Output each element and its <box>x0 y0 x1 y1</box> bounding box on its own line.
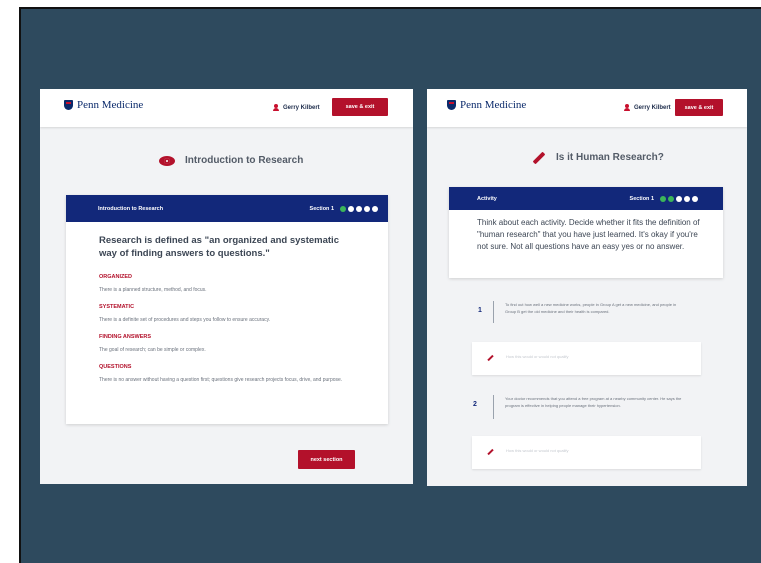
definition-lead: Research is defined as "an organized and… <box>99 235 339 259</box>
user-icon <box>273 104 279 111</box>
activity-screen: Penn Medicine Gerry Kilbert save & exit … <box>427 89 747 486</box>
term-definition: There is a planned structure, method, an… <box>99 287 207 293</box>
save-exit-button[interactable]: save & exit <box>675 99 723 116</box>
pencil-icon <box>532 151 546 164</box>
content-card: Introduction to Research Section 1 Resea… <box>66 195 388 424</box>
progress-dot <box>356 205 362 212</box>
user-name: Gerry Kilbert <box>634 104 671 111</box>
user-menu[interactable]: Gerry Kilbert <box>273 104 320 111</box>
edit-icon <box>487 354 494 362</box>
edit-icon <box>487 448 494 456</box>
progress-dots <box>660 195 698 202</box>
card-body: Think about each activity. Decide whethe… <box>449 210 723 253</box>
answer-placeholder: How this would or would not qualify <box>506 354 569 359</box>
question-divider <box>493 301 494 323</box>
card-body: Research is defined as "an organized and… <box>66 222 388 384</box>
user-icon <box>624 104 630 111</box>
save-exit-button[interactable]: save & exit <box>332 98 388 116</box>
penn-medicine-logo[interactable]: Penn Medicine <box>447 99 526 111</box>
shield-icon <box>447 100 456 110</box>
term-label: FINDING ANSWERS <box>99 334 152 340</box>
shield-icon <box>64 100 73 110</box>
question-text: Your doctor recommends that you attend a… <box>505 396 682 408</box>
answer-field[interactable]: How this would or would not qualify <box>472 436 701 469</box>
progress-dot <box>684 195 690 202</box>
question-number: 1 <box>478 307 482 314</box>
answer-placeholder: How this would or would not qualify <box>506 448 569 453</box>
activity-instructions: Think about each activity. Decide whethe… <box>477 218 700 251</box>
question-divider <box>493 395 494 419</box>
user-menu[interactable]: Gerry Kilbert <box>624 104 671 111</box>
activity-card: Activity Section 1 Think about each acti… <box>449 187 723 278</box>
progress-dot <box>676 195 682 202</box>
progress-dot <box>364 205 370 212</box>
top-bar: Penn Medicine Gerry Kilbert save & exit <box>427 89 747 127</box>
eye-icon <box>159 155 175 166</box>
progress-dot <box>692 195 698 202</box>
page-title: Is it Human Research? <box>556 152 664 163</box>
question-number: 2 <box>473 401 477 408</box>
section-progress: Section 1 <box>629 195 698 202</box>
card-title: Introduction to Research <box>98 205 164 212</box>
progress-dot <box>668 195 674 202</box>
progress-dot <box>660 195 666 202</box>
card-header: Introduction to Research Section 1 <box>66 195 388 222</box>
term-label: SYSTEMATIC <box>99 304 135 310</box>
section-label: Section 1 <box>309 205 334 212</box>
answer-field[interactable]: How this would or would not qualify <box>472 342 701 375</box>
user-name: Gerry Kilbert <box>283 104 320 111</box>
page-heading: Is it Human Research? <box>532 151 664 164</box>
intro-screen: Penn Medicine Gerry Kilbert save & exit … <box>40 89 413 484</box>
term-definition: The goal of research; can be simple or c… <box>99 347 206 353</box>
term-list: ORGANIZED There is a planned structure, … <box>99 274 358 384</box>
card-title: Activity <box>477 195 497 202</box>
top-bar: Penn Medicine Gerry Kilbert save & exit <box>40 89 413 127</box>
brand-name: Penn Medicine <box>77 99 144 111</box>
term-definition: There is no answer without having a ques… <box>99 377 343 383</box>
progress-dots <box>340 205 378 212</box>
next-section-button[interactable]: next section <box>298 450 355 469</box>
progress-dot <box>348 205 354 212</box>
term-label: QUESTIONS <box>99 364 132 370</box>
section-progress: Section 1 <box>309 205 378 212</box>
progress-dot <box>340 205 346 212</box>
brand-name: Penn Medicine <box>460 99 527 111</box>
term-label: ORGANIZED <box>99 274 132 280</box>
section-label: Section 1 <box>629 195 654 202</box>
term-definition: There is a definite set of procedures an… <box>99 317 271 323</box>
question-text: To find out how well a new medicine work… <box>505 302 677 314</box>
progress-dot <box>372 205 378 212</box>
page-title: Introduction to Research <box>185 155 304 166</box>
page-heading: Introduction to Research <box>159 155 303 166</box>
penn-medicine-logo[interactable]: Penn Medicine <box>64 99 143 111</box>
card-header: Activity Section 1 <box>449 187 723 210</box>
